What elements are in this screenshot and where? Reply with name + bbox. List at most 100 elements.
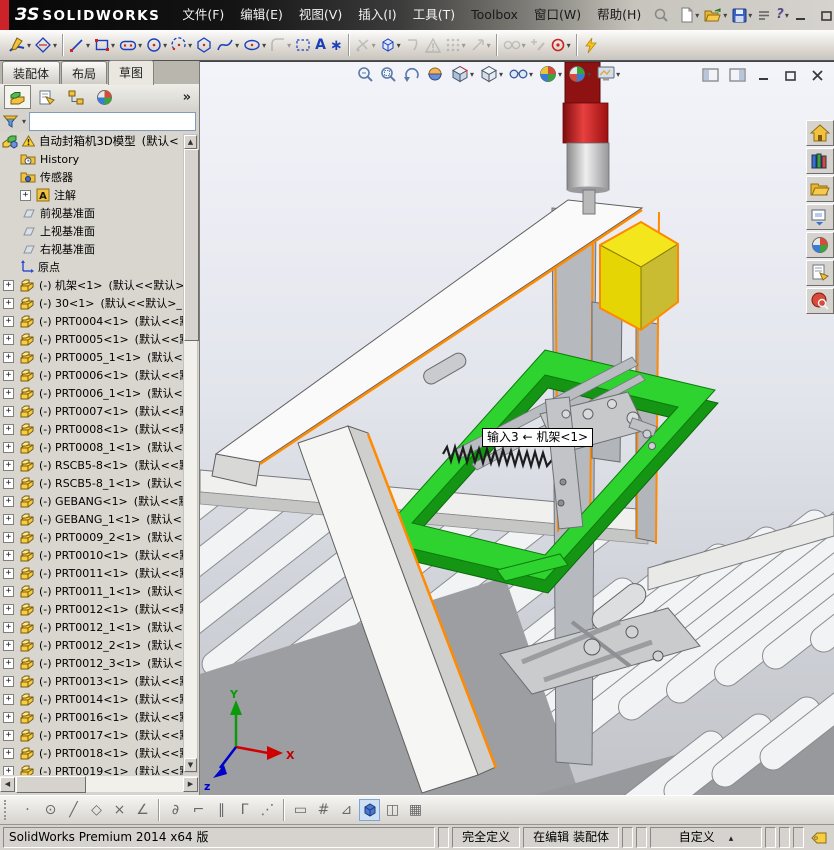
expand-icon[interactable]: +: [3, 747, 14, 759]
center-snap-button[interactable]: ⊙: [40, 799, 61, 821]
tree-item-28[interactable]: + (-) PRT0012_3<1> (默认<<默认>_: [0, 654, 183, 672]
trim-entities-button[interactable]: ▾: [353, 35, 378, 55]
ruler-snap-button[interactable]: ▭: [290, 799, 311, 821]
filter-dropdown-icon[interactable]: ▾: [22, 117, 26, 126]
expand-icon[interactable]: +: [20, 189, 31, 201]
tree-item-8[interactable]: + (-) 30<1> (默认<<默认>_: [0, 294, 183, 312]
intersection-snap-button[interactable]: ×: [109, 799, 130, 821]
tree-item-14[interactable]: + (-) PRT0007<1> (默认<<默认>_: [0, 402, 183, 420]
smart-dimension-button[interactable]: ▾: [33, 35, 59, 56]
tab-1[interactable]: 布局: [61, 61, 108, 84]
scroll-down-icon[interactable]: ▼: [184, 758, 197, 772]
restore-button[interactable]: [817, 7, 834, 24]
tree-item-29[interactable]: + (-) PRT0013<1> (默认<<默认>_: [0, 672, 183, 690]
menu-item-2[interactable]: 视图(V): [291, 0, 350, 30]
tree-item-31[interactable]: + (-) PRT0016<1> (默认<<默认>_: [0, 708, 183, 726]
expand-icon[interactable]: +: [3, 333, 14, 345]
expand-icon[interactable]: +: [3, 387, 14, 399]
quick-snaps-button[interactable]: ▾: [548, 35, 573, 55]
filter-funnel-icon[interactable]: [3, 115, 18, 128]
menu-item-1[interactable]: 编辑(E): [232, 0, 291, 30]
tree-item-34[interactable]: + (-) PRT0019<1> (默认<<默认>_: [0, 762, 183, 775]
scroll-left-icon[interactable]: ◀: [0, 776, 15, 792]
tree-item-7[interactable]: + (-) 机架<1> (默认<<默认>_: [0, 276, 183, 294]
apply-scene-button[interactable]: ▾: [566, 64, 593, 84]
tree-item-32[interactable]: + (-) PRT0017<1> (默认<<默认>_: [0, 726, 183, 744]
expand-icon[interactable]: +: [3, 477, 14, 489]
angle-snap-button[interactable]: ∠: [132, 799, 153, 821]
menu-item-3[interactable]: 插入(I): [350, 0, 404, 30]
expand-icon[interactable]: +: [3, 369, 14, 381]
tree-item-22[interactable]: + (-) PRT0010<1> (默认<<默认>_: [0, 546, 183, 564]
tab-0[interactable]: 装配体: [2, 61, 61, 84]
tree-vertical-scrollbar[interactable]: ▲ ▼: [183, 134, 199, 773]
hide-show-items-button[interactable]: ▾: [507, 67, 535, 81]
tree-item-26[interactable]: + (-) PRT0012_1<1> (默认<<默认>_: [0, 618, 183, 636]
expand-icon[interactable]: +: [3, 459, 14, 471]
line-button[interactable]: ▾: [67, 35, 92, 55]
tree-item-24[interactable]: + (-) PRT0011_1<1> (默认<<默认>_: [0, 582, 183, 600]
tree-item-33[interactable]: + (-) PRT0018<1> (默认<<默认>_: [0, 744, 183, 762]
tab-2[interactable]: 草图: [108, 60, 155, 85]
design-library-tab[interactable]: [806, 148, 834, 174]
expand-icon[interactable]: +: [3, 405, 14, 417]
tree-item-4[interactable]: 上视基准面: [0, 222, 183, 240]
file-explorer-tab[interactable]: [806, 176, 834, 202]
minimize-button[interactable]: [791, 7, 812, 24]
expand-icon[interactable]: +: [3, 495, 14, 507]
tree-item-0[interactable]: History: [0, 150, 183, 168]
expand-icon[interactable]: +: [3, 549, 14, 561]
polygon-button[interactable]: [194, 35, 214, 55]
menu-item-5[interactable]: Toolbox: [463, 0, 526, 30]
tree-item-30[interactable]: + (-) PRT0014<1> (默认<<默认>_: [0, 690, 183, 708]
expand-icon[interactable]: +: [3, 315, 14, 327]
table-view-button[interactable]: ▦: [405, 799, 426, 821]
expand-icon[interactable]: +: [3, 603, 14, 615]
status-unit-system[interactable]: 自定义 ▴: [650, 827, 762, 848]
circle-button[interactable]: ▾: [144, 35, 169, 55]
expand-icon[interactable]: +: [3, 531, 14, 543]
expand-icon[interactable]: +: [3, 729, 14, 741]
scroll-right-icon[interactable]: ▶: [183, 776, 198, 792]
view-orientation-button[interactable]: ▾: [449, 64, 476, 84]
new-document-button[interactable]: ▾: [677, 5, 701, 25]
expand-icon[interactable]: +: [3, 711, 14, 723]
point-button[interactable]: ∗: [328, 38, 345, 53]
tree-item-27[interactable]: + (-) PRT0012_2<1> (默认<<默认>_: [0, 636, 183, 654]
vertical-scroll-thumb[interactable]: [184, 149, 199, 341]
expand-icon[interactable]: +: [3, 675, 14, 687]
menu-item-6[interactable]: 窗口(W): [526, 0, 589, 30]
graphics-viewport[interactable]: Y X z ▾ ▾ ▾ ▾ ▾ ▾ 输入3 ← 机架<1>: [200, 61, 834, 795]
section-view-button[interactable]: [425, 65, 447, 83]
doc-pane-right-button[interactable]: [727, 67, 747, 83]
parallel-snap-button[interactable]: ∥: [211, 799, 232, 821]
tree-item-2[interactable]: + A 注解: [0, 186, 183, 204]
expand-icon[interactable]: +: [3, 351, 14, 363]
expand-icon[interactable]: +: [3, 693, 14, 705]
tree-item-3[interactable]: 前视基准面: [0, 204, 183, 222]
tree-horizontal-scrollbar[interactable]: ◀ ▶: [0, 775, 198, 793]
triangle-snap-button[interactable]: ⊿: [336, 799, 357, 821]
tree-item-10[interactable]: + (-) PRT0005<1> (默认<<默认>_: [0, 330, 183, 348]
display-manager-button[interactable]: [91, 85, 118, 109]
configuration-manager-button[interactable]: [62, 85, 89, 109]
corner-snap-button[interactable]: Γ: [234, 799, 255, 821]
tree-item-1[interactable]: 传感器: [0, 168, 183, 186]
sketch-fillet-button[interactable]: ▾: [268, 35, 293, 55]
expand-icon[interactable]: +: [3, 423, 14, 435]
points-snap-button[interactable]: ⋰: [257, 799, 278, 821]
expand-icon[interactable]: +: [3, 441, 14, 453]
property-manager-button[interactable]: [33, 85, 60, 109]
corner-rectangle-button[interactable]: ▾: [92, 35, 117, 55]
tree-item-20[interactable]: + (-) GEBANG_1<1> (默认<<默认>_: [0, 510, 183, 528]
solidworks-forum-tab[interactable]: [806, 288, 834, 314]
text-button[interactable]: A: [313, 38, 328, 52]
ellipse-button[interactable]: ▾: [241, 36, 268, 54]
tree-item-5[interactable]: 右视基准面: [0, 240, 183, 258]
tree-root[interactable]: 自动封箱机3D模型 (默认<: [0, 132, 183, 150]
edit-appearance-button[interactable]: ▾: [537, 64, 564, 84]
previous-view-button[interactable]: [401, 65, 423, 83]
spline-button[interactable]: ▾: [214, 35, 241, 55]
zoom-fit-button[interactable]: [355, 65, 376, 84]
zoom-to-area-button[interactable]: [378, 65, 399, 84]
